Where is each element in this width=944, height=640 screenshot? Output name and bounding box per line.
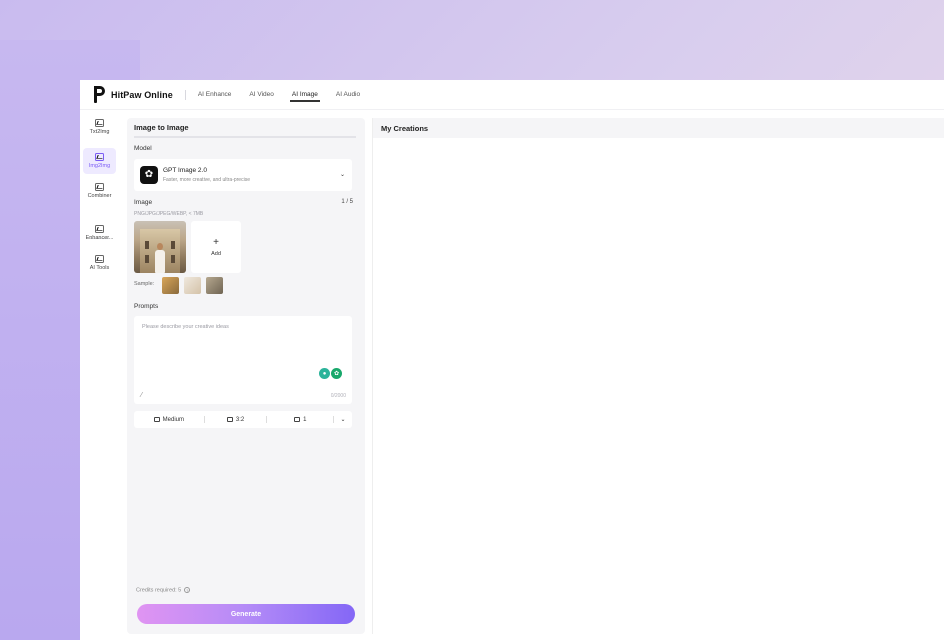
- prompt-textarea[interactable]: Please describe your creative ideas ● ✿ …: [134, 316, 352, 404]
- enhance-icon: [95, 225, 104, 233]
- add-image-button[interactable]: + Add: [191, 221, 241, 273]
- image-format-hint: PNG/JPG/JPEG/WEBP, < 7MB: [134, 211, 204, 217]
- image-text-icon: [95, 119, 104, 127]
- my-creations-panel: My Creations: [372, 118, 944, 634]
- rail-label: Txt2Img: [89, 129, 110, 135]
- rail-item-combiner[interactable]: Combiner: [83, 178, 116, 204]
- lightbulb-icon[interactable]: ●: [319, 368, 330, 379]
- aspect-ratio-value: 3:2: [235, 416, 245, 423]
- help-icon[interactable]: ?: [184, 587, 191, 593]
- rail-label: Img2Img: [88, 163, 111, 169]
- nav-ai-enhance[interactable]: AI Enhance: [198, 80, 232, 110]
- more-options-toggle[interactable]: ⌄: [334, 411, 352, 428]
- plus-icon: +: [213, 236, 219, 248]
- openai-icon: ✿: [140, 166, 158, 184]
- rail-label: Combiner: [87, 193, 112, 199]
- magic-wand-icon[interactable]: ⁄: [141, 392, 142, 399]
- app-window: HitPaw Online AI Enhance AI Video AI Ima…: [80, 80, 944, 640]
- generate-button[interactable]: Generate: [137, 604, 355, 624]
- tool-rail: Txt2Img Img2Img Combiner Enhancer... AI …: [80, 110, 119, 640]
- rail-item-enhancer[interactable]: Enhancer...: [83, 220, 116, 246]
- rail-label: AI Tools: [89, 265, 110, 271]
- model-description: Faster, more creative, and ultra-precise: [163, 177, 250, 183]
- panel-title-underline: [134, 136, 356, 138]
- uploaded-image-thumbnail[interactable]: [134, 221, 186, 273]
- image-count: 1 / 5: [341, 199, 353, 205]
- nav-ai-image[interactable]: AI Image: [289, 80, 320, 110]
- sample-image-2[interactable]: [184, 277, 201, 294]
- nav-ai-audio[interactable]: AI Audio: [336, 80, 360, 110]
- rail-label: Enhancer...: [85, 235, 114, 241]
- credits-info: Credits required: 5?: [136, 587, 191, 594]
- aspect-ratio-icon: [226, 417, 233, 422]
- chatgpt-icon[interactable]: ✿: [331, 368, 342, 379]
- sample-image-3[interactable]: [206, 277, 223, 294]
- model-label: Model: [134, 145, 152, 152]
- quality-option[interactable]: Medium: [134, 411, 204, 428]
- tools-grid-icon: [95, 255, 104, 263]
- brand-logo[interactable]: HitPaw Online: [94, 86, 173, 103]
- model-select[interactable]: ✿ GPT Image 2.0 Faster, more creative, a…: [134, 159, 352, 191]
- top-header: HitPaw Online AI Enhance AI Video AI Ima…: [80, 80, 944, 110]
- prompt-placeholder: Please describe your creative ideas: [142, 324, 229, 330]
- image-count-option[interactable]: 1: [267, 411, 333, 428]
- combine-icon: [95, 183, 104, 191]
- model-name: GPT Image 2.0: [163, 167, 207, 174]
- prompt-char-count: 0/2000: [330, 393, 346, 399]
- generation-options-bar: Medium 3:2 1 ⌄: [134, 411, 352, 428]
- chevron-down-icon: ⌄: [340, 417, 346, 423]
- credits-required: Credits required: 5: [136, 587, 182, 594]
- main-nav: AI Enhance AI Video AI Image AI Audio: [198, 80, 378, 110]
- rail-item-ai-tools[interactable]: AI Tools: [83, 250, 116, 276]
- sample-image-1[interactable]: [162, 277, 179, 294]
- stack-icon: [294, 417, 301, 422]
- hitpaw-logo-icon: [94, 86, 105, 103]
- chevron-down-icon: ⌄: [339, 172, 345, 178]
- sample-label: Sample:: [134, 281, 155, 287]
- quality-icon: [153, 417, 160, 422]
- image-count-value: 1: [303, 416, 307, 423]
- rail-item-img2img[interactable]: Img2Img: [83, 148, 116, 174]
- quality-value: Medium: [162, 416, 185, 423]
- rail-item-txt2img[interactable]: Txt2Img: [83, 114, 116, 140]
- add-label: Add: [211, 250, 221, 257]
- prompts-label: Prompts: [134, 303, 159, 310]
- image-convert-icon: [95, 153, 104, 161]
- my-creations-title: My Creations: [373, 118, 944, 138]
- brand-name: HitPaw Online: [111, 89, 173, 100]
- nav-ai-video[interactable]: AI Video: [249, 80, 273, 110]
- image-to-image-panel: Image to Image Model ✿ GPT Image 2.0 Fas…: [127, 118, 365, 634]
- image-label: Image: [134, 199, 153, 206]
- header-divider: [184, 89, 186, 100]
- aspect-ratio-option[interactable]: 3:2: [205, 411, 267, 428]
- panel-title: Image to Image: [134, 123, 189, 132]
